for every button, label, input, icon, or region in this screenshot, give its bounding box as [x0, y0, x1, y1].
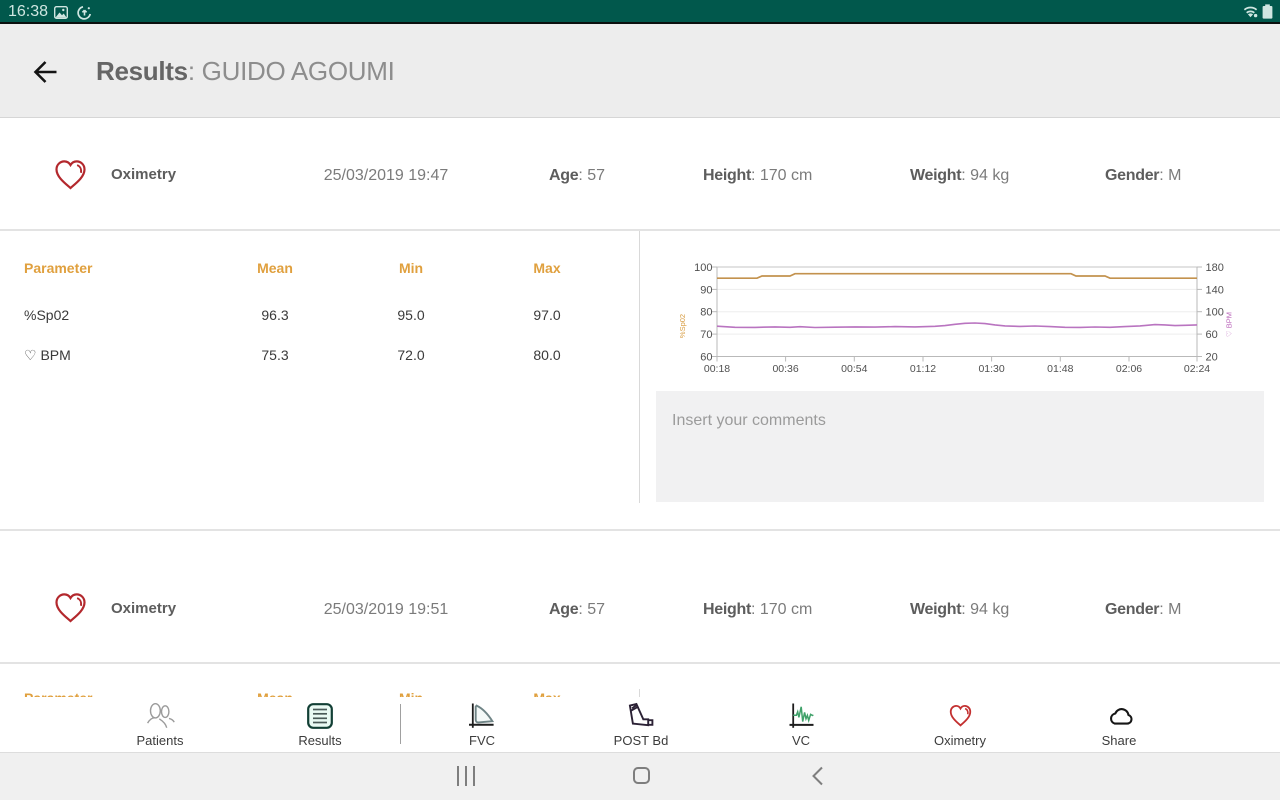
- svg-text:180: 180: [1206, 262, 1224, 274]
- svg-text:00:18: 00:18: [704, 363, 730, 375]
- svg-text:01:12: 01:12: [910, 363, 936, 375]
- svg-text:100: 100: [694, 262, 712, 274]
- svg-text:01:30: 01:30: [978, 363, 1004, 375]
- svg-text:01:48: 01:48: [1047, 363, 1073, 375]
- svg-text:20: 20: [1206, 352, 1218, 364]
- svg-text:00:54: 00:54: [841, 363, 867, 375]
- svg-text:%Sp02: %Sp02: [678, 314, 687, 338]
- svg-text:100: 100: [1206, 307, 1224, 319]
- svg-text:70: 70: [700, 329, 712, 341]
- svg-text:60: 60: [1206, 329, 1218, 341]
- svg-text:00:36: 00:36: [772, 363, 798, 375]
- svg-text:90: 90: [700, 284, 712, 296]
- svg-text:80: 80: [700, 307, 712, 319]
- svg-text:02:24: 02:24: [1184, 363, 1210, 375]
- svg-text:140: 140: [1206, 284, 1224, 296]
- svg-text:♡ BPM: ♡ BPM: [1225, 312, 1234, 337]
- svg-text:60: 60: [700, 352, 712, 364]
- svg-text:02:06: 02:06: [1116, 363, 1142, 375]
